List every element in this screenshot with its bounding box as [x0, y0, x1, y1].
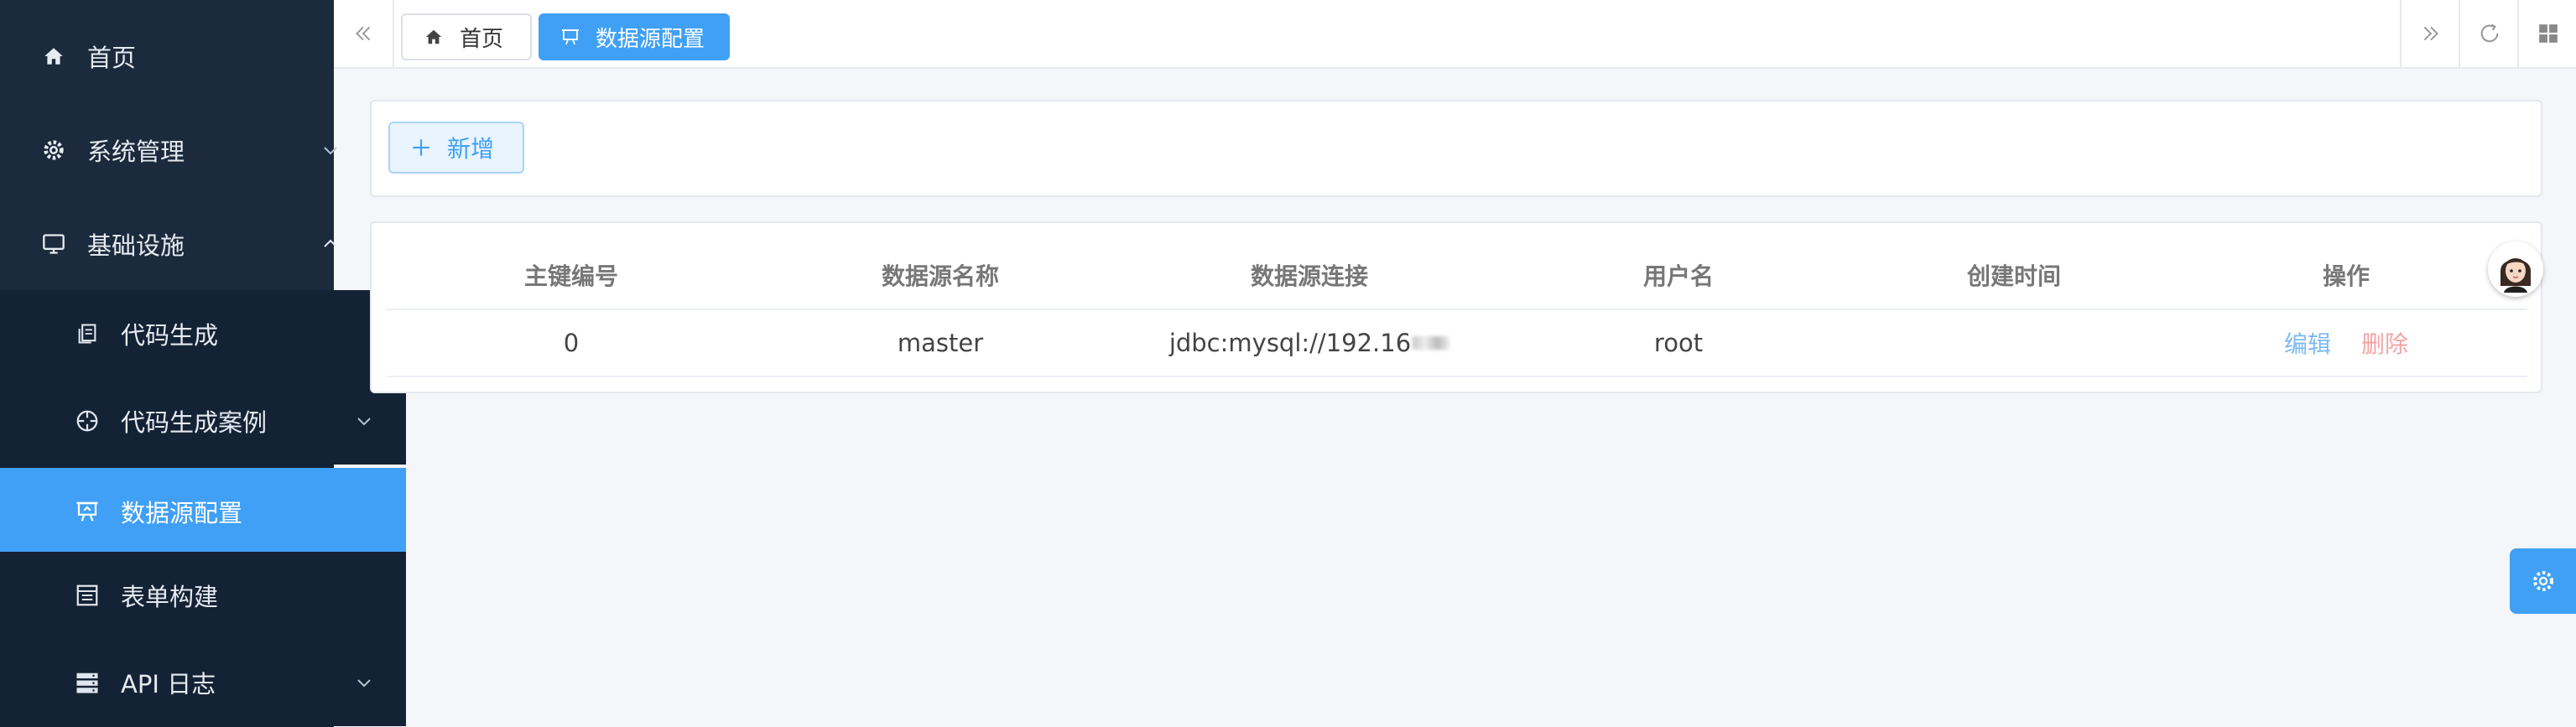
edit-link[interactable]: 编辑 [2284, 326, 2331, 360]
column-header-username: 用户名 [1642, 262, 1714, 290]
cell-name: master [897, 329, 984, 357]
sidebar-item-datasource[interactable]: 数据源配置 [0, 468, 406, 555]
datasource-table: 主键编号 数据源名称 数据源连接 用户名 创建时间 操作 0 master jd… [370, 221, 2542, 393]
presentation-icon [560, 26, 582, 48]
tab-home[interactable]: 首页 [401, 13, 532, 60]
tab-label: 首页 [460, 26, 504, 52]
chevron-up-icon [324, 239, 337, 247]
sidebar-item-label: 基础设施 [87, 231, 185, 260]
column-header-url: 数据源连接 [1250, 262, 1368, 290]
sidebar-item-label: 系统管理 [87, 138, 185, 166]
sidebar-item-api-log[interactable]: API 日志 [0, 639, 406, 726]
sidebar-item-system[interactable]: 系统管理 [0, 104, 372, 196]
chevron-down-icon [357, 418, 371, 426]
sidebar-item-label: 数据源配置 [121, 499, 243, 527]
sidebar-item-label: 首页 [87, 44, 137, 72]
home-icon [424, 26, 446, 48]
cell-username: root [1653, 329, 1704, 357]
tab-label: 数据源配置 [596, 26, 705, 52]
cell-id: 0 [563, 329, 580, 357]
gear-icon [2532, 571, 2553, 591]
toolbar-card: 新增 [370, 100, 2542, 197]
settings-button[interactable] [2510, 548, 2576, 614]
column-header-created: 创建时间 [1966, 262, 2061, 290]
form-icon [72, 580, 102, 610]
cell-url: jdbc:mysql://192.16 [1125, 310, 1494, 376]
crosshair-icon [72, 406, 102, 436]
cell-url-text: jdbc:mysql://192.16 [1168, 329, 1412, 357]
plus-icon [413, 139, 429, 156]
column-header-id: 主键编号 [523, 262, 618, 290]
sidebar-item-form-builder[interactable]: 表单构建 [0, 552, 406, 639]
cell-created [1863, 310, 2165, 376]
double-chevron-right-icon [2423, 26, 2438, 41]
sidebar-item-home[interactable]: 首页 [0, 10, 372, 102]
server-icon [72, 667, 102, 698]
sidebar-item-label: 代码生成案例 [121, 408, 268, 437]
avatar-face-icon [2501, 258, 2531, 293]
sidebar-item-codegen[interactable]: 代码生成 [0, 290, 406, 377]
grid-icon [2539, 24, 2558, 43]
chevron-down-icon [357, 679, 371, 688]
scroll-tabs-left-button[interactable] [334, 0, 394, 67]
column-header-actions: 操作 [2322, 262, 2370, 290]
monitor-icon [39, 229, 69, 259]
document-copy-icon [72, 319, 102, 349]
sidebar-item-label: 代码生成 [121, 321, 219, 350]
double-chevron-left-icon [356, 26, 371, 41]
column-header-name: 数据源名称 [881, 262, 999, 290]
presentation-icon [72, 496, 102, 527]
scroll-tabs-right-button[interactable] [2400, 0, 2460, 67]
home-icon [39, 41, 69, 71]
sidebar-item-codegen-demo[interactable]: 代码生成案例 [0, 377, 406, 465]
chevron-down-icon [324, 147, 337, 155]
sidebar-item-label: 表单构建 [121, 583, 219, 611]
redacted-text [1413, 336, 1450, 350]
add-button-label: 新增 [447, 135, 495, 163]
gear-icon [39, 135, 69, 165]
sidebar-item-infrastructure[interactable]: 基础设施 [0, 198, 372, 290]
sidebar-item-label: API 日志 [121, 670, 216, 698]
refresh-button[interactable] [2459, 0, 2519, 67]
cell-actions: 编辑 删除 [2165, 310, 2527, 376]
delete-link[interactable]: 删除 [2361, 326, 2408, 360]
avatar[interactable] [2488, 241, 2543, 297]
tab-bar: 首页 数据源配置 [334, 0, 2576, 69]
refresh-icon [2480, 23, 2499, 43]
tab-datasource[interactable]: 数据源配置 [539, 13, 730, 60]
add-button[interactable]: 新增 [388, 122, 524, 174]
grid-menu-button[interactable] [2517, 0, 2576, 67]
table-header: 主键编号 数据源名称 数据源连接 用户名 创建时间 操作 [387, 241, 2527, 310]
sidebar: 首页 系统管理 基础设施 代码生成 代码生成案例 数据源配置 表单构建 API … [0, 0, 406, 727]
table-row: 0 master jdbc:mysql://192.16 root 编辑 删除 [387, 310, 2527, 377]
